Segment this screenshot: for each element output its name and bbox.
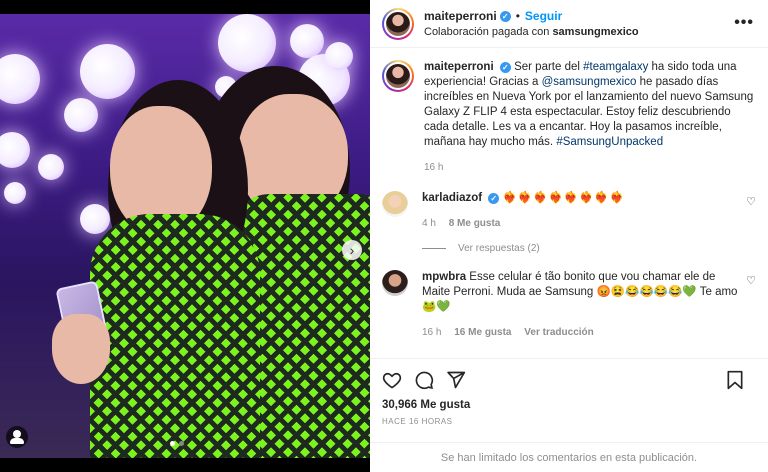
partner-link[interactable]: samsungmexico — [552, 26, 638, 38]
author-avatar[interactable] — [382, 7, 414, 40]
share-icon[interactable] — [446, 370, 466, 390]
hashtag-samsungunpacked[interactable]: #SamsungUnpacked — [556, 136, 663, 148]
commenter-avatar[interactable] — [382, 191, 408, 217]
caption-time[interactable]: 16 h — [424, 162, 443, 173]
post-side-panel: maiteperroni ✓ • Seguir Colaboración pag… — [370, 0, 768, 472]
like-count[interactable]: 30,966 Me gusta — [382, 399, 756, 411]
comments-limited-notice: Se han limitado los comentarios en esta … — [370, 442, 768, 472]
chevron-right-icon: › — [349, 242, 355, 258]
carousel-dot — [179, 441, 184, 446]
view-replies-link[interactable]: Ver respuestas (2) — [422, 243, 756, 254]
comment-likes[interactable]: 16 Me gusta — [454, 327, 511, 338]
light-orb — [290, 24, 324, 58]
commenter-avatar[interactable] — [382, 270, 408, 296]
bookmark-icon[interactable] — [726, 370, 744, 390]
commenter-username[interactable]: karladiazof — [422, 192, 482, 204]
hand — [52, 314, 110, 384]
author-username[interactable]: maiteperroni — [424, 9, 497, 23]
caption-username[interactable]: maiteperroni — [424, 61, 494, 73]
verified-badge-icon: ✓ — [488, 193, 500, 204]
mention-samsungmexico[interactable]: @samsungmexico — [542, 76, 637, 88]
scroll-fade — [370, 348, 768, 358]
carousel-dots — [170, 441, 184, 446]
comment-time[interactable]: 16 h — [422, 327, 441, 338]
light-orb — [4, 182, 26, 204]
commenter-username[interactable]: mpwbra — [422, 271, 466, 283]
light-orb — [64, 98, 98, 132]
separator-dot: • — [515, 9, 520, 23]
comment-text: Esse celular é tão bonito que vou chamar… — [422, 271, 738, 313]
light-orb — [325, 42, 353, 70]
caption: maiteperroni ✓ Ser parte del #teamgalaxy… — [382, 60, 756, 175]
light-orb — [80, 204, 110, 234]
sweater-left — [90, 214, 260, 458]
light-orb — [38, 154, 64, 180]
light-orb — [80, 44, 135, 99]
paid-partnership-label: Colaboración pagada con samsungmexico — [424, 26, 639, 38]
comment-text: ❤️‍🔥❤️‍🔥❤️‍🔥❤️‍🔥❤️‍🔥❤️‍🔥❤️‍🔥❤️‍🔥 — [502, 192, 626, 204]
verified-badge-icon: ✓ — [499, 10, 511, 22]
carousel-dot-active — [170, 441, 175, 446]
comment-icon[interactable] — [414, 370, 434, 390]
caption-avatar[interactable] — [382, 60, 414, 92]
post-timestamp: HACE 16 HORAS — [382, 417, 453, 426]
like-comment-heart-icon[interactable]: ♡ — [746, 195, 756, 208]
instagram-post-view: › maiteperroni ✓ • Seguir Colaboración p… — [0, 0, 768, 472]
see-translation-link[interactable]: Ver traducción — [524, 327, 593, 338]
comment-time[interactable]: 4 h — [422, 218, 436, 229]
hashtag-teamgalaxy[interactable]: #teamgalaxy — [583, 61, 648, 73]
comment-item: mpwbra Esse celular é tão bonito que vou… — [382, 270, 756, 340]
next-image-button[interactable]: › — [342, 240, 362, 260]
light-orb — [0, 54, 40, 104]
light-orb — [218, 14, 276, 72]
caption-text: maiteperroni ✓ Ser parte del #teamgalaxy… — [424, 61, 754, 173]
follow-button[interactable]: Seguir — [525, 9, 562, 23]
light-orb — [0, 132, 30, 168]
verified-badge-icon: ✓ — [499, 62, 511, 73]
post-header: maiteperroni ✓ • Seguir Colaboración pag… — [370, 0, 768, 48]
comments-scroll-area[interactable]: maiteperroni ✓ Ser parte del #teamgalaxy… — [370, 48, 768, 358]
comment-likes[interactable]: 8 Me gusta — [449, 218, 501, 229]
more-options-icon[interactable]: ••• — [734, 14, 754, 32]
tagged-users-button[interactable] — [6, 426, 28, 448]
like-comment-heart-icon[interactable]: ♡ — [746, 274, 756, 287]
post-actions: 30,966 Me gusta HACE 16 HORAS Se han lim… — [370, 358, 768, 472]
post-photo[interactable]: › — [0, 14, 370, 458]
heart-icon[interactable] — [382, 370, 402, 390]
comment-item: karladiazof ✓ ❤️‍🔥❤️‍🔥❤️‍🔥❤️‍🔥❤️‍🔥❤️‍🔥❤️… — [382, 191, 756, 231]
